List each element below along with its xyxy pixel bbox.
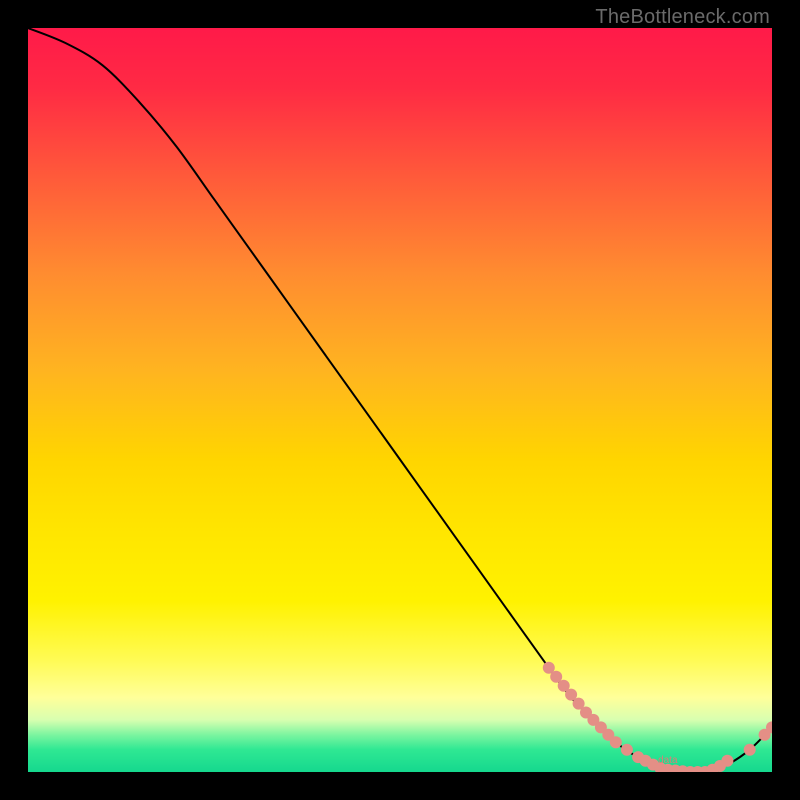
watermark-text: TheBottleneck.com <box>595 6 770 29</box>
plot-area: data <box>28 28 772 772</box>
marker-dot <box>744 744 756 756</box>
chart-stage: TheBottleneck.com data <box>0 0 800 800</box>
marker-dot <box>621 744 633 756</box>
bottleneck-curve <box>28 28 772 772</box>
chart-svg: data <box>28 28 772 772</box>
curve-path <box>28 28 772 772</box>
marker-dot <box>610 736 622 748</box>
cluster-label: data <box>658 755 678 766</box>
marker-dot <box>721 755 733 767</box>
annotations: data <box>658 755 678 766</box>
